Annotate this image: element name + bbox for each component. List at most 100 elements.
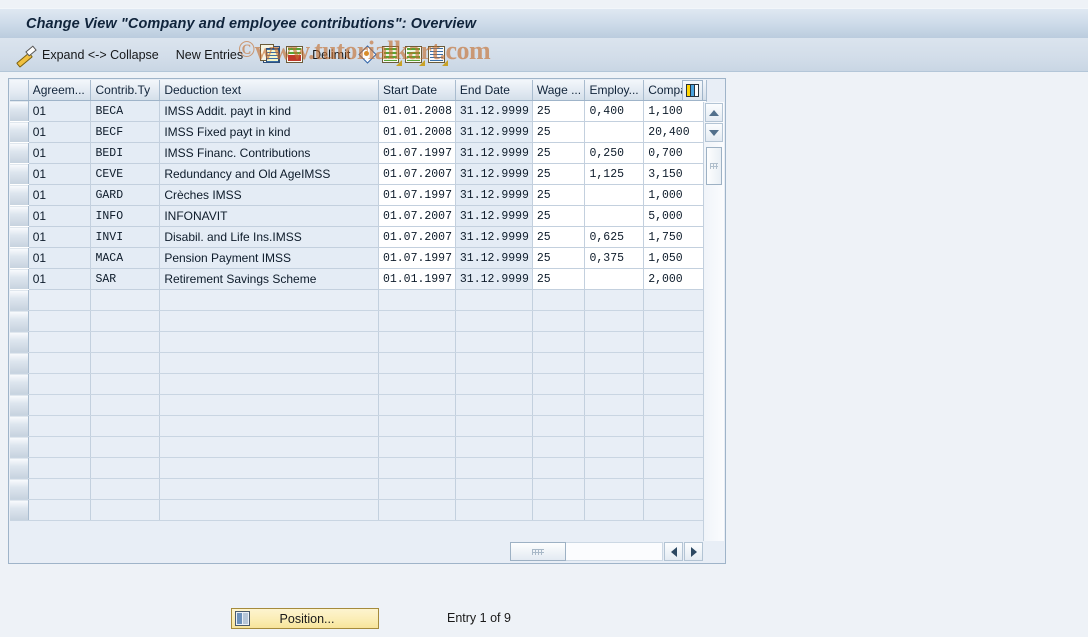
scroll-right-icon[interactable] (684, 542, 703, 561)
vertical-scroll-thumb[interactable] (706, 147, 722, 185)
row-selector[interactable] (10, 289, 29, 311)
cell-empty[interactable] (90, 457, 161, 479)
cell-empty[interactable] (28, 415, 92, 437)
cell-end_date[interactable]: 31.12.9999 (455, 121, 533, 143)
cell-start_date[interactable]: 01.07.2007 (378, 205, 456, 227)
table-row[interactable]: 01 BECF IMSS Fixed payt in kind 01.01.2008 3… (10, 121, 707, 143)
cell-empty[interactable] (455, 373, 533, 395)
details-icon[interactable] (382, 46, 403, 66)
cell-empty[interactable] (28, 331, 92, 353)
cell-wage[interactable]: 25 (532, 268, 586, 290)
cell-company[interactable]: 3,150 (643, 163, 707, 185)
cell-empty[interactable] (584, 415, 645, 437)
cell-start_date[interactable]: 01.07.2007 (378, 226, 456, 248)
cell-empty[interactable] (643, 373, 707, 395)
table-empty-row[interactable] (10, 289, 707, 311)
cell-company[interactable]: 1,100 (643, 100, 707, 122)
cell-empty[interactable] (159, 436, 379, 458)
cell-end_date[interactable]: 31.12.9999 (455, 226, 533, 248)
cell-agreement[interactable]: 01 (28, 247, 92, 269)
cell-empty[interactable] (643, 436, 707, 458)
column-header-wage[interactable]: Wage ... (532, 80, 586, 101)
cell-contrib_ty[interactable]: BECF (90, 121, 161, 143)
cell-empty[interactable] (455, 310, 533, 332)
cell-empty[interactable] (643, 499, 707, 521)
row-selector[interactable] (10, 268, 29, 290)
cell-empty[interactable] (28, 499, 92, 521)
cell-empty[interactable] (643, 457, 707, 479)
row-selector[interactable] (10, 163, 29, 185)
cell-deduction_text[interactable]: INFONAVIT (159, 205, 379, 227)
cell-agreement[interactable]: 01 (28, 268, 92, 290)
row-selector[interactable] (10, 352, 29, 374)
cell-empty[interactable] (532, 394, 586, 416)
cell-empty[interactable] (378, 457, 456, 479)
cell-start_date[interactable]: 01.01.2008 (378, 100, 456, 122)
cell-empty[interactable] (159, 310, 379, 332)
column-header-start_date[interactable]: Start Date (378, 80, 456, 101)
delimit-icon[interactable] (359, 46, 376, 63)
cell-empty[interactable] (455, 436, 533, 458)
cell-empty[interactable] (159, 373, 379, 395)
cell-empty[interactable] (643, 478, 707, 500)
cell-empty[interactable] (643, 289, 707, 311)
table-row[interactable]: 01 MACA Pension Payment IMSS 01.07.1997 31.1… (10, 247, 707, 269)
cell-agreement[interactable]: 01 (28, 100, 92, 122)
cell-contrib_ty[interactable]: MACA (90, 247, 161, 269)
cell-empty[interactable] (584, 436, 645, 458)
cell-contrib_ty[interactable]: GARD (90, 184, 161, 206)
cell-end_date[interactable]: 31.12.9999 (455, 268, 533, 290)
cell-deduction_text[interactable]: IMSS Addit. payt in kind (159, 100, 379, 122)
cell-empty[interactable] (378, 499, 456, 521)
cell-empty[interactable] (532, 310, 586, 332)
cell-empty[interactable] (159, 394, 379, 416)
row-selector[interactable] (10, 436, 29, 458)
position-button[interactable]: Position... (231, 608, 379, 629)
cell-employee[interactable] (584, 184, 645, 206)
cell-company[interactable]: 0,700 (643, 142, 707, 164)
cell-empty[interactable] (455, 415, 533, 437)
cell-employee[interactable]: 1,125 (584, 163, 645, 185)
cell-contrib_ty[interactable]: BECA (90, 100, 161, 122)
row-selector[interactable] (10, 247, 29, 269)
table-row[interactable]: 01 BECA IMSS Addit. payt in kind 01.01.2008… (10, 100, 707, 122)
cell-empty[interactable] (159, 289, 379, 311)
cell-agreement[interactable]: 01 (28, 142, 92, 164)
select-all-column-header[interactable] (10, 80, 29, 101)
row-selector[interactable] (10, 373, 29, 395)
cell-empty[interactable] (28, 457, 92, 479)
cell-deduction_text[interactable]: IMSS Fixed payt in kind (159, 121, 379, 143)
cell-empty[interactable] (159, 478, 379, 500)
cell-empty[interactable] (28, 310, 92, 332)
scroll-left-icon[interactable] (664, 542, 683, 561)
cell-empty[interactable] (90, 415, 161, 437)
cell-empty[interactable] (378, 310, 456, 332)
cell-agreement[interactable]: 01 (28, 184, 92, 206)
cell-empty[interactable] (584, 478, 645, 500)
cell-empty[interactable] (90, 289, 161, 311)
cell-deduction_text[interactable]: Pension Payment IMSS (159, 247, 379, 269)
cell-empty[interactable] (532, 478, 586, 500)
cell-empty[interactable] (90, 499, 161, 521)
row-selector[interactable] (10, 184, 29, 206)
cell-empty[interactable] (90, 331, 161, 353)
cell-agreement[interactable]: 01 (28, 163, 92, 185)
column-header-end_date[interactable]: End Date (455, 80, 533, 101)
row-selector[interactable] (10, 226, 29, 248)
table-empty-row[interactable] (10, 436, 707, 458)
cell-employee[interactable] (584, 268, 645, 290)
deselect-all-icon[interactable] (428, 46, 449, 66)
cell-empty[interactable] (28, 394, 92, 416)
cell-empty[interactable] (643, 352, 707, 374)
cell-empty[interactable] (159, 352, 379, 374)
cell-company[interactable]: 20,400 (643, 121, 707, 143)
cell-empty[interactable] (532, 331, 586, 353)
cell-company[interactable]: 5,000 (643, 205, 707, 227)
cell-end_date[interactable]: 31.12.9999 (455, 100, 533, 122)
column-header-employee[interactable]: Employ... (584, 80, 645, 101)
cell-end_date[interactable]: 31.12.9999 (455, 247, 533, 269)
cell-contrib_ty[interactable]: CEVE (90, 163, 161, 185)
cell-employee[interactable]: 0,400 (584, 100, 645, 122)
cell-deduction_text[interactable]: Redundancy and Old AgeIMSS (159, 163, 379, 185)
cell-empty[interactable] (532, 373, 586, 395)
